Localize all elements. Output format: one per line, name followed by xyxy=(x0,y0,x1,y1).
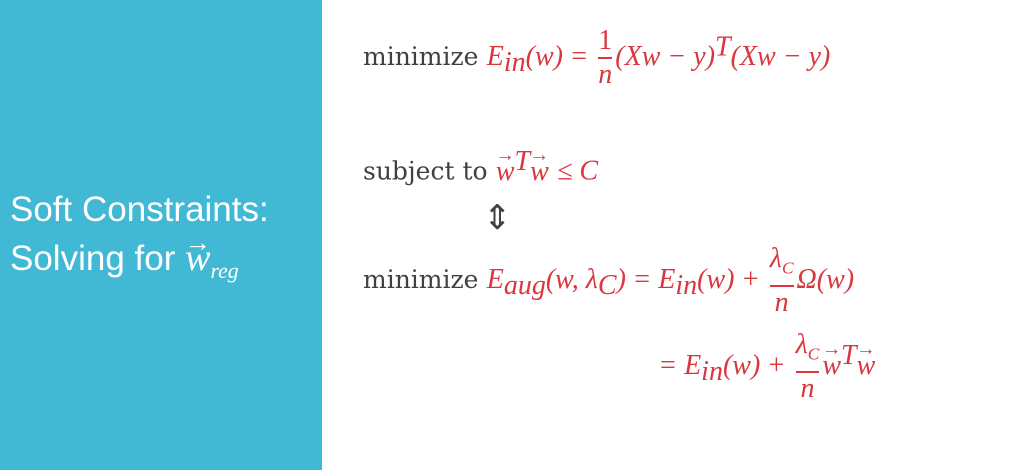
eq3-E: E xyxy=(486,263,504,295)
eq2-rel: ≤ C xyxy=(557,155,599,187)
title-line-2: Solving for wreg xyxy=(10,234,269,295)
eq1-in: in xyxy=(503,47,526,79)
eq3-equals: = xyxy=(634,263,650,295)
eq3-C: C xyxy=(597,269,617,301)
title-vector-w: w xyxy=(185,234,210,282)
eq4-plus: + xyxy=(768,349,785,381)
eq4-den: n xyxy=(800,372,815,404)
slide-title: Soft Constraints: Solving for wreg xyxy=(10,186,269,295)
eq1-E: E xyxy=(486,41,504,72)
eq4-T: T xyxy=(841,340,857,372)
eq3-num: λC xyxy=(769,243,794,278)
eq2-w2: w xyxy=(530,156,549,188)
eq1-rhs1: (Xw − y) xyxy=(615,41,716,72)
eq1-T: T xyxy=(715,31,731,63)
title-line-1: Soft Constraints: xyxy=(10,190,269,229)
eq1-fraction: 1 n xyxy=(598,25,613,90)
title-subscript: reg xyxy=(210,259,239,283)
eq1-lhs-arg: (w) xyxy=(525,41,563,72)
eq3-Ein: E xyxy=(658,263,676,295)
eq4-w2: w xyxy=(857,350,876,382)
eq3-close: ) xyxy=(616,263,626,295)
eq4-Ein: E xyxy=(684,349,702,381)
eq4-fraction: λC n xyxy=(795,329,820,404)
eq2-w1: w xyxy=(496,156,515,188)
eq1-rhs2: (Xw − y) xyxy=(730,41,831,72)
eq3-den: n xyxy=(774,286,789,318)
eq1-equals: = xyxy=(571,41,588,72)
eq3-w: (w) xyxy=(697,263,735,295)
eq2-T: T xyxy=(514,146,531,177)
eq3-word: minimize xyxy=(363,264,479,294)
title-prefix: Solving for xyxy=(10,239,186,278)
eq4-w: (w) xyxy=(722,349,761,381)
equation-constraint: subject to wTw ≤ C xyxy=(363,146,598,188)
eq4-w1: w xyxy=(822,350,841,382)
eq4-in: in xyxy=(701,355,723,387)
eq4-equals: = xyxy=(660,349,676,381)
eq1-num: 1 xyxy=(598,25,613,56)
eq3-plus: + xyxy=(742,263,759,295)
equation-objective: minimize Ein(w) = 1 n (Xw − y)T(Xw − y) xyxy=(363,26,830,90)
eq4-num: λC xyxy=(795,329,820,364)
eq3-args: (w, λ xyxy=(545,263,598,295)
eq2-word: subject to xyxy=(363,156,488,186)
eq3-aug: aug xyxy=(503,269,546,301)
eq1-word: minimize xyxy=(363,42,479,71)
sidebar-panel: Soft Constraints: Solving for wreg xyxy=(0,0,322,470)
equivalence-arrow-icon: ⇕ xyxy=(483,198,512,238)
equation-augmented: minimize Eaug(w, λC) = Ein(w) + λC n Ω(w… xyxy=(363,244,854,318)
eq3-fraction: λC n xyxy=(769,243,794,318)
eq3-omega: Ω(w) xyxy=(796,263,855,295)
eq3-in: in xyxy=(675,269,698,301)
equation-augmented-expanded: = Ein(w) + λC n wTw xyxy=(660,330,875,404)
eq1-den: n xyxy=(598,59,613,90)
